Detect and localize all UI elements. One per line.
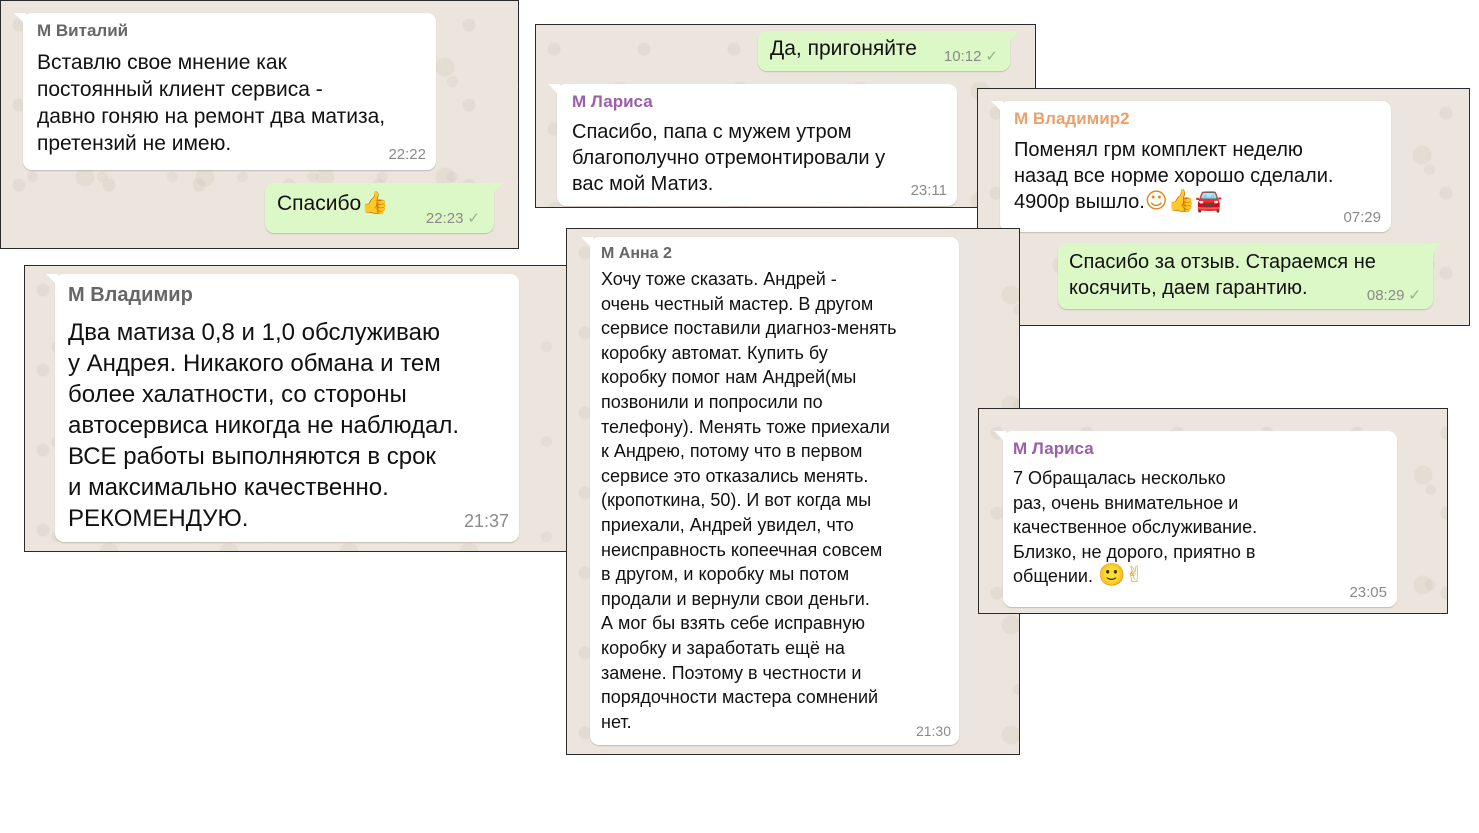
message-text-block: 7 Обращалась несколько раз, очень внимат… bbox=[1013, 466, 1387, 589]
thumbs-up-emoji: 👍 bbox=[361, 191, 389, 216]
sender-name: М Лариса bbox=[572, 92, 653, 111]
message-time: 21:30 bbox=[915, 723, 951, 739]
incoming-message: М Владимир2 Поменял грм комплект неделю … bbox=[991, 101, 1391, 232]
reply-time: 10:12 ✓ bbox=[943, 48, 998, 65]
reply-text: Да, пригоняйте bbox=[770, 37, 917, 60]
sender-name: М Анна 2 bbox=[601, 245, 672, 262]
message-text-block: Поменял грм комплект неделю назад все но… bbox=[1014, 137, 1377, 215]
outgoing-reply: Спасибо👍 22:23 ✓ bbox=[265, 183, 503, 233]
emoji-group: ☺👍🚘 bbox=[1144, 189, 1223, 214]
outgoing-reply: Спасибо за отзыв. Стараемся не косячить,… bbox=[1058, 243, 1442, 309]
reply-time: 08:29 ✓ bbox=[1366, 287, 1421, 304]
sent-check-icon: ✓ bbox=[1408, 287, 1421, 304]
message-time: 23:05 bbox=[1349, 584, 1387, 601]
review-screenshot-larisa: Да, пригоняйте 10:12 ✓ М Лариса Спасибо, … bbox=[535, 24, 1036, 208]
message-time: 23:11 bbox=[910, 182, 947, 199]
message-time: 21:37 bbox=[463, 511, 509, 531]
review-screenshot-larisa-2: М Лариса 7 Обращалась несколько раз, оче… bbox=[978, 408, 1448, 614]
review-screenshot-vladimir2: М Владимир2 Поменял грм комплект неделю … bbox=[977, 88, 1470, 326]
sender-name: М Владимир2 bbox=[1014, 109, 1130, 128]
sender-name: М Лариса bbox=[1013, 439, 1094, 458]
review-screenshot-vitaliy: М Виталий Вставлю свое мнение как постоя… bbox=[0, 0, 519, 249]
outgoing-reply: Да, пригоняйте 10:12 ✓ bbox=[758, 31, 1019, 71]
message-time: 22:22 bbox=[388, 146, 426, 163]
review-screenshot-anna2: М Анна 2 Хочу тоже сказать. Андрей - оче… bbox=[566, 228, 1020, 755]
message-text: Два матиза 0,8 и 1,0 обслуживаю у Андрея… bbox=[68, 319, 460, 532]
message-text: Спасибо, папа с мужем утром благополучно… bbox=[572, 121, 886, 195]
sender-name: М Владимир bbox=[68, 284, 193, 306]
reply-text: Спасибо bbox=[277, 192, 362, 215]
incoming-message: М Лариса 7 Обращалась несколько раз, оче… bbox=[994, 431, 1397, 607]
message-text: Вставлю свое мнение как постоянный клиен… bbox=[37, 51, 386, 155]
incoming-message: М Лариса Спасибо, папа с мужем утром бла… bbox=[548, 84, 957, 206]
incoming-message: М Владимир Два матиза 0,8 и 1,0 обслужив… bbox=[46, 274, 519, 542]
emoji-group: 🙂✌ bbox=[1098, 563, 1144, 588]
incoming-message: М Виталий Вставлю свое мнение как постоя… bbox=[14, 13, 436, 170]
sender-name: М Виталий bbox=[37, 21, 129, 40]
reply-time: 22:23 ✓ bbox=[425, 210, 480, 227]
message-text: Хочу тоже сказать. Андрей - очень честны… bbox=[601, 269, 897, 732]
review-screenshot-vladimir: М Владимир Два матиза 0,8 и 1,0 обслужив… bbox=[24, 265, 577, 552]
sent-check-icon: ✓ bbox=[985, 48, 998, 65]
message-time: 07:29 bbox=[1343, 209, 1381, 226]
sent-check-icon: ✓ bbox=[467, 210, 480, 227]
incoming-message: М Анна 2 Хочу тоже сказать. Андрей - оче… bbox=[581, 237, 959, 745]
